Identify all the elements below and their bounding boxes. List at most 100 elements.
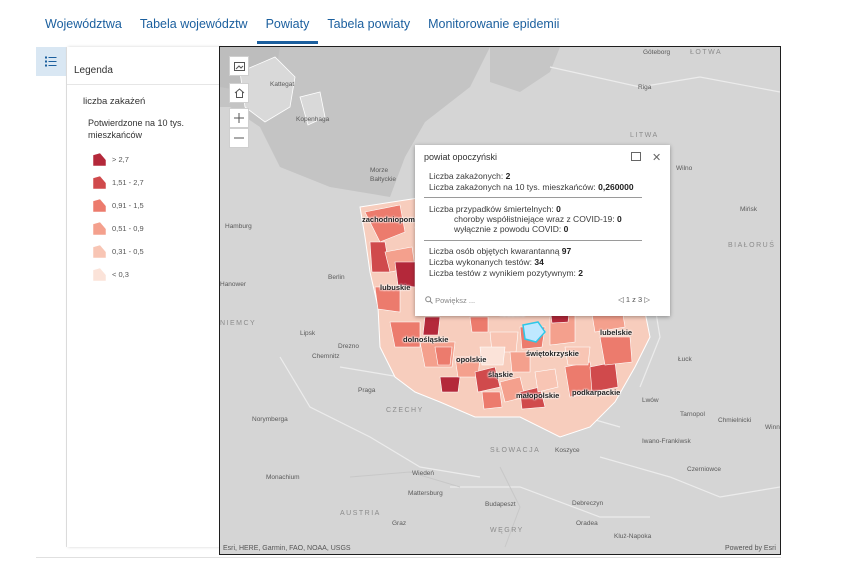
map-label-country: CZECHY [386,407,424,414]
legend-list-icon [45,56,57,67]
legend-item-label: 0,51 - 0,9 [112,224,144,233]
county-patch [422,316,441,336]
legend-field-name: Potwierdzone na 10 tys. mieszkańców [88,118,185,140]
popup-row-zakazonych: Liczba zakażonych: 2 [429,171,511,181]
legend-item: < 0,3 [92,263,144,286]
map-label-city: Winn [765,424,780,431]
home-button[interactable] [229,83,249,103]
zoom-to-label: Powiększ ... [435,296,476,305]
popup-row-deaths: Liczba przypadków śmiertelnych: 0 [429,204,561,214]
legend-swatch-icon [92,221,107,236]
popup-separator [424,197,642,198]
country-border [549,66,780,93]
popup-title: powiat opoczyński [424,152,498,162]
map-label-city: Łuck [678,356,692,363]
map-label-city: Chmielnicki [718,417,752,424]
map-label-city: Wilno [676,165,693,172]
county-patch [434,346,453,366]
popup-row-deaths-covid: wyłącznie z powodu COVID: 0 [454,224,569,234]
map-label-country: AUSTRIA [340,510,381,517]
legend-item-label: 0,31 - 0,5 [112,247,144,256]
map-label-country: BIAŁORUŚ [728,242,776,249]
tab-tabela-powiaty[interactable]: Tabela powiaty [318,0,419,44]
country-border [599,456,780,498]
map-label-city: Hamburg [225,223,252,230]
map-label-region: świętokrzyskie [526,349,579,358]
legend-swatch-icon [92,267,107,282]
map-label-city: Koszyce [555,447,580,454]
legend-title: Legenda [74,65,113,76]
map-label-city: Graz [392,520,407,527]
next-icon[interactable]: ▷ [644,295,650,304]
legend-item: > 2,7 [92,148,144,171]
map-label-city: Kattegat [270,81,295,88]
plus-icon [234,113,244,123]
legend-panel: Legenda liczba zakażeń Potwierdzone na 1… [67,47,220,547]
map-label-city: Berlin [328,274,345,281]
legend-item: 0,91 - 1,5 [92,194,144,217]
powered-by-link[interactable]: Powered by Esri [725,545,776,552]
map-label-country: SŁOWACJA [490,447,541,454]
zoom-in-button[interactable] [229,108,249,128]
popup-row-deaths-comorb: choroby współistniejące wraz z COVID-19:… [454,214,622,224]
magnifier-icon [425,296,433,304]
legend-swatch-icon [92,244,107,259]
map-label-region: dolnośląskie [403,335,449,344]
tab-monitorowanie-epidemii[interactable]: Monitorowanie epidemii [419,0,568,44]
map-attribution[interactable]: Esri, HERE, Garmin, FAO, NOAA, USGS [223,545,351,552]
tab-wojewodztwa[interactable]: Województwa [36,0,131,44]
map-label-region: lubuskie [380,283,411,292]
map-label-city: Iwano-Frankiwsk [642,438,691,445]
map-label-city: Riga [638,84,652,91]
popup-pager: ◁ 1 z 3 ▷ [618,295,650,304]
map-label-country: ŁOTWA [690,49,723,56]
feature-popup: powiat opoczyński ✕ Liczba zakażonych: 2… [415,145,670,316]
legend-item-label: > 2,7 [112,155,129,164]
map-label-country: LITWA [630,132,659,139]
legend-swatch-icon [92,152,107,167]
legend-divider [67,84,220,85]
map-label-city: Hanower [220,281,247,288]
legend-item: 0,51 - 0,9 [92,217,144,240]
county-patch [439,376,461,393]
map-label-city: Monachium [266,474,300,481]
minus-icon [234,137,244,139]
map-label-city: Tarnopol [680,411,705,418]
home-icon [234,88,244,98]
close-icon[interactable]: ✕ [652,151,661,164]
tab-tabela-wojewodztw[interactable]: Tabela województw [131,0,257,44]
previous-icon[interactable]: ◁ [618,295,624,304]
map-label-city: Lipsk [300,330,316,337]
map-label-city: Göteborg [643,49,671,56]
map-label-region: małopolskie [516,391,560,400]
map-label-city: Chemnitz [312,353,340,360]
legend-swatch-icon [92,175,107,190]
popup-row-positive: Liczba testów z wynikiem pozytywnym: 2 [429,268,584,278]
map-label-city: Wiedeń [412,470,435,477]
legend-toggle-button[interactable] [36,47,66,76]
sea-area [490,47,560,92]
map-label-region: śląskie [488,370,514,379]
legend-items: > 2,7 1,51 - 2,7 0,91 - 1,5 0,51 - 0,9 0… [92,148,144,286]
tab-powiaty[interactable]: Powiaty [256,0,319,44]
county-patch [599,336,633,366]
map-label-city: Drezno [338,343,359,350]
legend-layer-name: liczba zakażeń [83,96,146,107]
map-label-sea: Morze Bałtyckie [370,167,397,183]
popup-row-tests: Liczba wykonanych testów: 34 [429,257,544,267]
map-label-city: Oradea [576,520,598,527]
popup-row-quarantine: Liczba osób objętych kwarantanną 97 [429,246,572,256]
map-label-city: Lwów [642,397,659,404]
map-label-region: lubelskie [600,328,633,337]
layer-list-button[interactable] [229,56,249,76]
map-label-city: Kluż-Napoka [614,533,652,540]
legend-item: 0,31 - 0,5 [92,240,144,263]
zoom-to-button[interactable]: Powiększ ... [425,296,475,305]
pager-label: 1 z 3 [625,295,643,304]
dock-icon[interactable] [631,152,641,161]
tab-bar: Województwa Tabela województw Powiaty Ta… [36,0,568,44]
zoom-out-button[interactable] [229,128,249,148]
image-icon [233,61,245,71]
map-label-city: Budapeszt [485,501,516,508]
map-label-city: Kopenhaga [296,116,330,123]
